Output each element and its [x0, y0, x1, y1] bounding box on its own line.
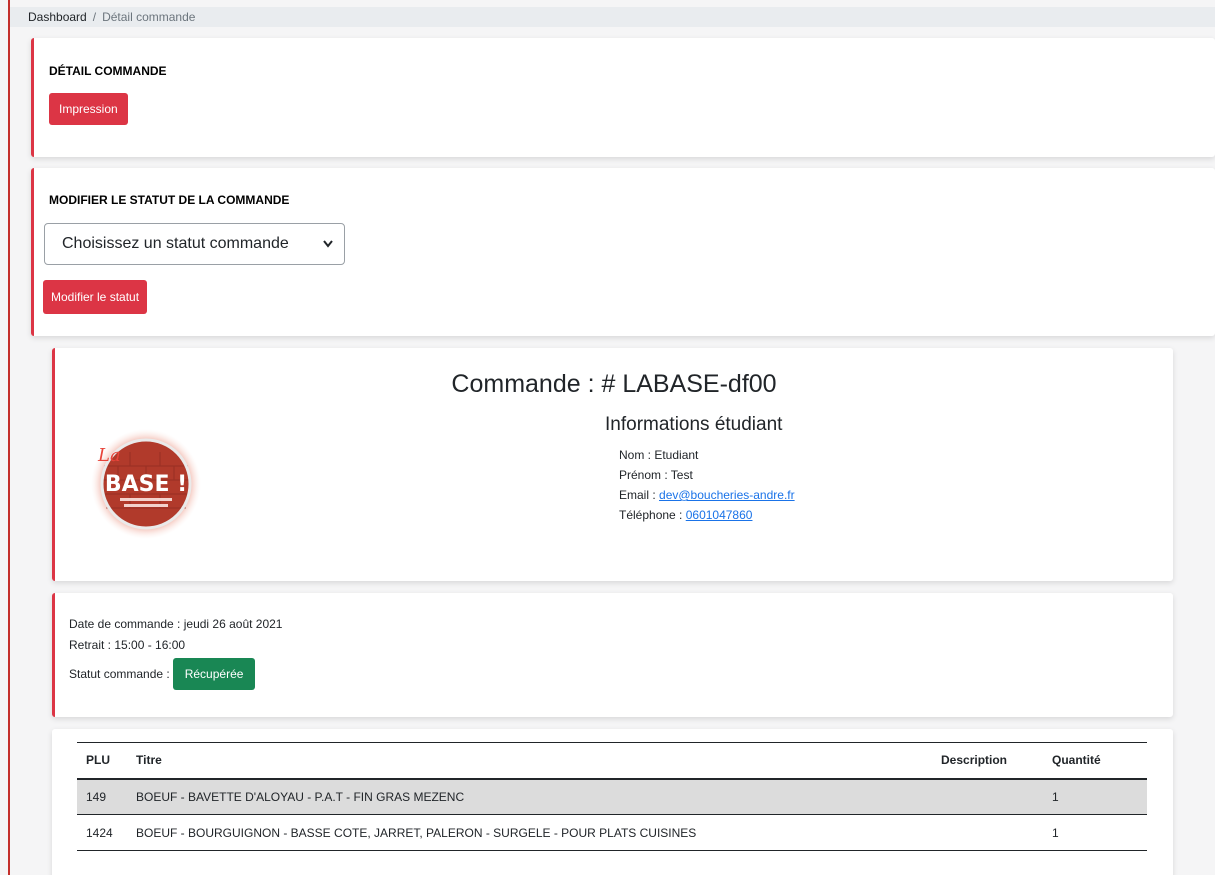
cell-plu: 149 — [77, 778, 127, 815]
la-base-logo: La BASE ! — [90, 428, 202, 540]
table-row: 1424 BOEUF - BOURGUIGNON - BASSE COTE, J… — [77, 814, 1147, 851]
order-status-row: Statut commande : Récupérée — [69, 658, 282, 690]
order-details: Date de commande : jeudi 26 août 2021 Re… — [69, 614, 282, 690]
cell-quantite: 1 — [1043, 778, 1147, 815]
cell-plu: 1424 — [77, 814, 127, 851]
header-description: Description — [932, 742, 1043, 780]
student-phone: Téléphone : 0601047860 — [619, 505, 795, 525]
student-info-title: Informations étudiant — [605, 414, 783, 435]
modify-status-button[interactable]: Modifier le statut — [43, 280, 148, 314]
breadcrumb-current: Détail commande — [102, 10, 196, 24]
order-pickup: Retrait : 15:00 - 16:00 — [69, 638, 186, 652]
cell-titre: BOEUF - BOURGUIGNON - BASSE COTE, JARRET… — [127, 814, 932, 851]
breadcrumb-separator: / — [92, 10, 97, 24]
header-plu: PLU — [77, 742, 127, 780]
header-quantite: Quantité — [1043, 742, 1147, 780]
student-nom: Nom : Etudiant — [619, 448, 699, 462]
breadcrumb: Dashboard / Détail commande — [10, 7, 1215, 27]
cell-description — [932, 778, 1043, 815]
email-link[interactable]: dev@boucheries-andre.fr — [659, 488, 795, 502]
breadcrumb-dashboard-link[interactable]: Dashboard — [28, 10, 87, 24]
logo-script-text: La — [97, 445, 121, 466]
student-prenom: Prénom : Test — [619, 468, 693, 482]
order-status-label: Statut commande : — [69, 667, 170, 681]
order-title: Commande : # LABASE-df00 — [451, 370, 777, 398]
cell-quantite: 1 — [1043, 814, 1147, 851]
student-info: Nom : Etudiant Prénom : Test Email : dev… — [619, 445, 795, 525]
status-select[interactable]: Choisissez un statut commande — [44, 223, 345, 265]
status-card: MODIFIER LE STATUT DE LA COMMANDE Choisi… — [31, 168, 1215, 336]
logo-main-text: BASE ! — [105, 472, 187, 497]
cell-description — [932, 814, 1043, 851]
order-date: Date de commande : jeudi 26 août 2021 — [69, 617, 283, 631]
order-status-badge: Récupérée — [172, 658, 256, 690]
products-table: PLU Titre Description Quantité 149 BOEUF… — [77, 742, 1147, 851]
print-button[interactable]: Impression — [49, 93, 128, 125]
status-select-value: Choisissez un statut commande — [62, 235, 289, 252]
student-email: Email : dev@boucheries-andre.fr — [619, 485, 795, 505]
table-header-row: PLU Titre Description Quantité — [77, 742, 1147, 780]
products-card: PLU Titre Description Quantité 149 BOEUF… — [52, 729, 1173, 875]
detail-card-title: DÉTAIL COMMANDE — [49, 64, 167, 78]
phone-label: Téléphone : — [619, 508, 686, 522]
email-label: Email : — [619, 488, 660, 502]
cell-titre: BOEUF - BAVETTE D'ALOYAU - P.A.T - FIN G… — [127, 778, 932, 815]
status-card-title: MODIFIER LE STATUT DE LA COMMANDE — [49, 193, 290, 207]
phone-link[interactable]: 0601047860 — [686, 508, 753, 522]
chevron-down-icon — [322, 224, 334, 280]
header-titre: Titre — [127, 742, 932, 780]
left-accent-rule — [8, 0, 10, 875]
order-card: Commande : # LABASE-df00 La BASE ! Infor… — [52, 348, 1173, 581]
table-row: 149 BOEUF - BAVETTE D'ALOYAU - P.A.T - F… — [77, 778, 1147, 815]
order-details-card: Date de commande : jeudi 26 août 2021 Re… — [52, 593, 1173, 717]
detail-card: DÉTAIL COMMANDE Impression — [31, 38, 1215, 157]
